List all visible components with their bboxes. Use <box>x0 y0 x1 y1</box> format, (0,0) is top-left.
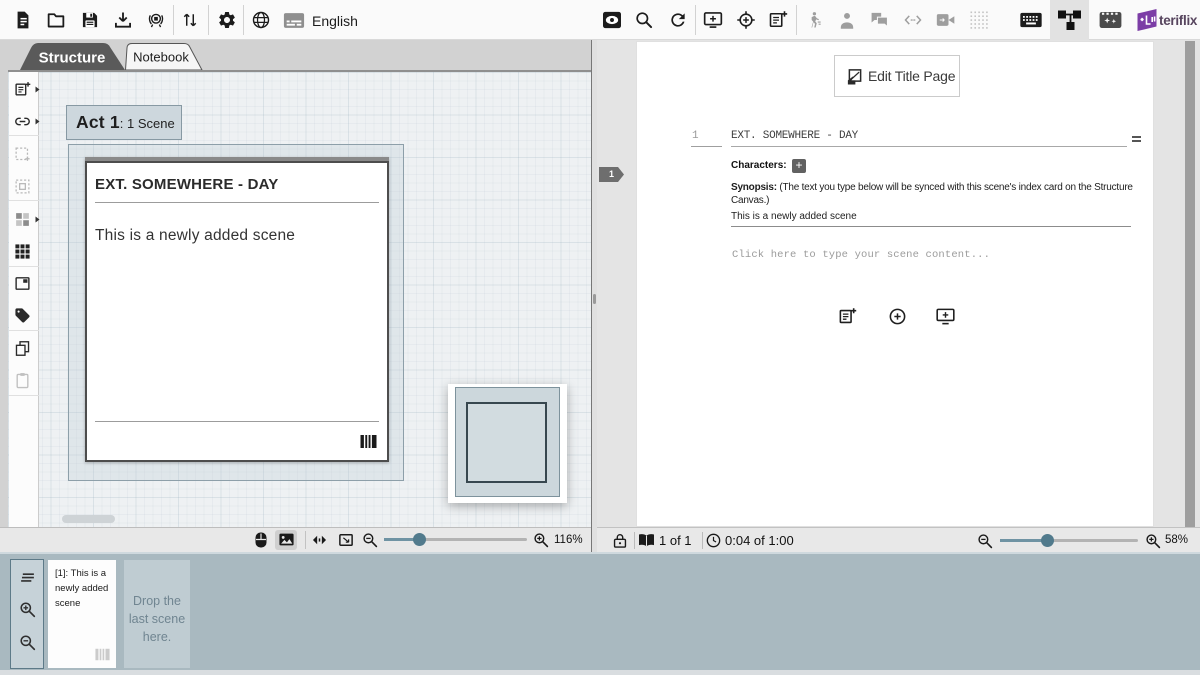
svg-text:Notebook: Notebook <box>133 50 189 65</box>
svg-text:Structure: Structure <box>39 50 106 67</box>
